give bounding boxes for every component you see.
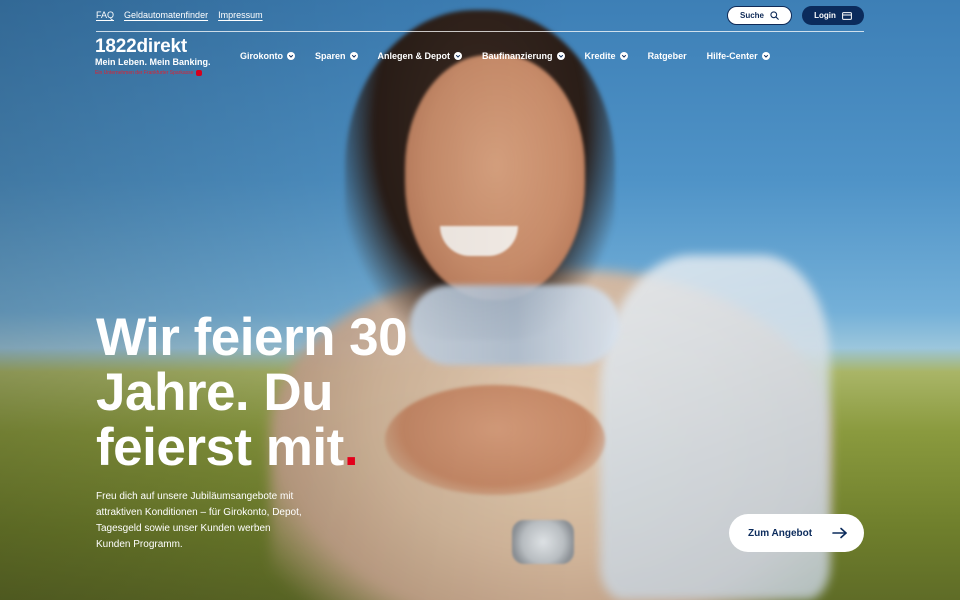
logo-wordmark: 1822direkt xyxy=(95,36,188,57)
faq-link[interactable]: FAQ xyxy=(96,10,114,20)
nav-item-label: Hilfe-Center xyxy=(706,51,758,61)
hero-subcopy: Freu dich auf unsere Jubiläumsangebote m… xyxy=(96,491,302,550)
login-button[interactable]: Login xyxy=(802,6,864,25)
nav-item-anlegen-depot[interactable]: Anlegen & Depot xyxy=(378,51,463,61)
headline-accent-dot: . xyxy=(343,418,359,477)
atm-finder-link[interactable]: Geldautomatenfinder xyxy=(124,10,208,20)
search-icon xyxy=(770,11,779,20)
nav-item-baufinanzierung[interactable]: Baufinanzierung xyxy=(482,51,565,61)
search-button[interactable]: Suche xyxy=(727,6,792,25)
nav-item-label: Anlegen & Depot xyxy=(377,51,451,61)
chevron-down-icon xyxy=(349,52,358,60)
nav-item-label: Sparen xyxy=(315,51,346,61)
brand-logo[interactable]: 1822direkt Mein Leben. Mein Banking. Ein… xyxy=(95,37,211,76)
logo-tagline: Mein Leben. Mein Banking. xyxy=(95,57,211,67)
chevron-down-icon xyxy=(287,52,295,60)
imprint-link[interactable]: Impressum xyxy=(218,10,263,20)
nav-item-label: Girokonto xyxy=(240,51,283,61)
logo-subline: Ein Unternehmen der Frankfurter Sparkass… xyxy=(95,70,211,76)
nav-item-sparen[interactable]: Sparen xyxy=(315,51,358,61)
offer-cta-label: Zum Angebot xyxy=(748,527,813,539)
hero-headline: Wir feiern 30 Jahre. Du feierst mit. xyxy=(96,310,476,475)
nav-item-label: Baufinanzierung xyxy=(482,51,553,61)
chevron-down-icon xyxy=(556,52,565,60)
utility-links: FAQ Geldautomatenfinder Impressum xyxy=(96,10,263,20)
nav-item-hilfe-center[interactable]: Hilfe-Center xyxy=(707,51,770,61)
nav-item-girokonto[interactable]: Girokonto xyxy=(240,51,295,61)
chevron-down-icon xyxy=(761,52,770,60)
login-button-label: Login xyxy=(814,11,836,20)
header-actions: Suche Login xyxy=(727,6,864,25)
card-icon xyxy=(841,11,852,20)
search-button-label: Suche xyxy=(740,11,765,20)
chevron-down-icon xyxy=(619,52,628,60)
nav-item-label: Ratgeber xyxy=(647,51,687,61)
arrow-right-icon xyxy=(832,527,847,539)
nav-item-ratgeber[interactable]: Ratgeber xyxy=(648,51,687,61)
nav-item-kredite[interactable]: Kredite xyxy=(585,51,628,61)
hero-headline-text: Wir feiern 30 Jahre. Du feierst mit xyxy=(96,308,408,477)
header-divider xyxy=(96,31,864,32)
chevron-down-icon xyxy=(454,52,463,60)
offer-cta-button[interactable]: Zum Angebot xyxy=(729,514,864,552)
sparkasse-mark-icon xyxy=(196,70,203,76)
main-navigation: Girokonto Sparen Anlegen & Depot Baufina… xyxy=(240,51,770,61)
nav-item-label: Kredite xyxy=(584,51,616,61)
logo-subline-text: Ein Unternehmen der Frankfurter Sparkass… xyxy=(95,70,194,76)
